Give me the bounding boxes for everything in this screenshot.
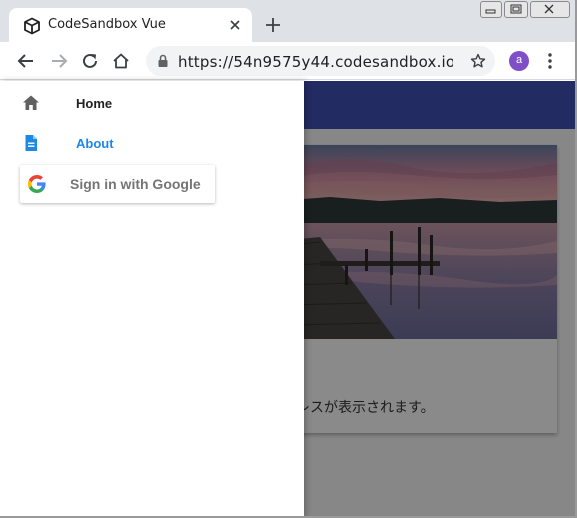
google-g-icon xyxy=(28,175,46,193)
reload-icon[interactable] xyxy=(81,52,99,70)
address-bar[interactable]: https://54n9575y44.codesandbox.io/⋯ xyxy=(146,46,495,76)
nav-item-about[interactable]: About xyxy=(0,123,304,163)
document-icon xyxy=(25,135,37,151)
minimize-button[interactable] xyxy=(480,1,502,18)
close-icon[interactable] xyxy=(227,17,243,33)
google-signin-label: Sign in with Google xyxy=(70,176,201,192)
lock-icon xyxy=(158,54,168,67)
plus-icon[interactable] xyxy=(265,17,281,33)
navigation-drawer: Home About Sign in with Google xyxy=(0,81,304,518)
home-icon[interactable] xyxy=(112,52,130,70)
nav-item-home[interactable]: Home xyxy=(0,83,304,123)
nav-label-about: About xyxy=(76,136,114,151)
star-icon[interactable] xyxy=(470,53,486,69)
browser-titlebar: CodeSandbox Vue xyxy=(0,0,577,42)
browser-toolbar: https://54n9575y44.codesandbox.io/⋯ a xyxy=(0,42,577,80)
close-window-button[interactable] xyxy=(530,1,570,18)
arrow-left-icon[interactable] xyxy=(17,52,35,70)
codesandbox-cube-icon xyxy=(24,17,40,35)
browser-tab[interactable]: CodeSandbox Vue xyxy=(9,8,252,42)
nav-label-home: Home xyxy=(76,96,113,111)
google-signin-button[interactable]: Sign in with Google xyxy=(20,165,215,203)
minimize-icon xyxy=(485,9,496,14)
arrow-right-icon[interactable] xyxy=(50,52,68,70)
profile-avatar[interactable]: a xyxy=(509,51,529,71)
close-window-icon xyxy=(544,4,554,14)
kebab-menu-icon[interactable] xyxy=(546,52,554,70)
home-icon xyxy=(23,95,39,110)
restore-icon xyxy=(510,4,522,14)
url-text: https://54n9575y44.codesandbox.io/⋯ xyxy=(178,53,453,71)
tab-title: CodeSandbox Vue xyxy=(48,17,166,32)
maximize-button[interactable] xyxy=(504,1,528,18)
